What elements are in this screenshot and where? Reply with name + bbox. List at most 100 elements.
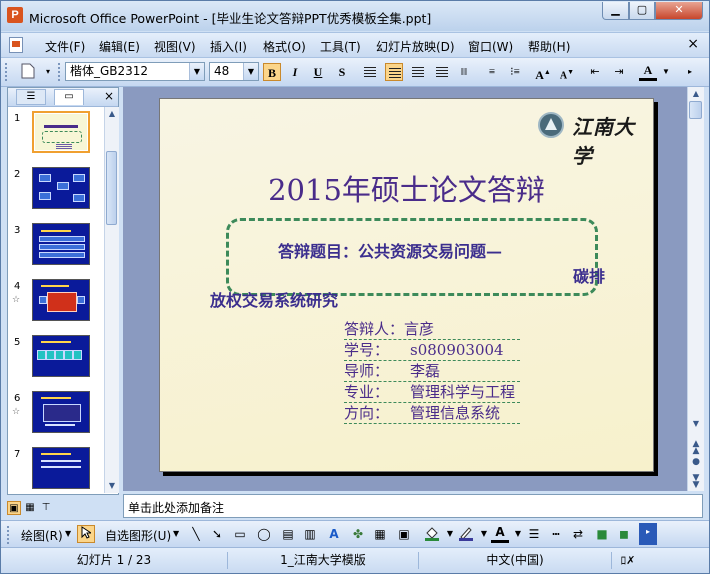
chevron-down-icon[interactable]: ▼ xyxy=(657,63,675,81)
chevron-down-icon[interactable]: ▼ xyxy=(65,529,71,538)
close-document-button[interactable]: × xyxy=(687,36,699,52)
vertical-textbox-icon[interactable]: ▥ xyxy=(301,525,319,543)
menu-tools[interactable]: 工具(T) xyxy=(320,38,361,55)
slide-thumbnail[interactable] xyxy=(32,111,90,153)
bold-button[interactable]: B xyxy=(263,63,281,81)
powerpoint-app-icon[interactable]: P xyxy=(7,7,23,23)
scroll-up-icon[interactable]: ▲ xyxy=(105,107,119,121)
spellcheck-status-icon[interactable]: ﾛ✗ xyxy=(613,552,643,569)
slide-thumbnail[interactable] xyxy=(32,447,90,489)
menu-format[interactable]: 格式(O) xyxy=(263,38,306,55)
shadow-button[interactable]: S xyxy=(333,63,351,81)
notes-placeholder[interactable]: 单击此处添加备注 xyxy=(128,499,224,516)
toolbar-options-icon[interactable]: ▾ xyxy=(39,63,57,81)
close-panel-button[interactable]: × xyxy=(104,89,114,103)
align-left-icon[interactable] xyxy=(361,63,379,81)
tab-outline[interactable]: ☰ xyxy=(16,89,46,105)
slide-thumbnail-row[interactable]: 2 xyxy=(8,167,104,219)
wordart-icon[interactable]: A xyxy=(325,525,343,543)
close-window-button[interactable]: ✕ xyxy=(655,2,703,20)
next-slide-icon[interactable]: ▼ ▼ xyxy=(688,474,704,490)
toolbar-options-icon[interactable]: ▸ xyxy=(681,63,699,81)
scroll-up-icon[interactable]: ▲ xyxy=(688,87,704,101)
menu-slideshow[interactable]: 幻灯片放映(D) xyxy=(376,38,455,55)
menu-help[interactable]: 帮助(H) xyxy=(528,38,570,55)
info-row-advisor[interactable]: 导师： 李磊 xyxy=(344,361,520,382)
slideshow-view-icon[interactable]: ⊤ xyxy=(39,501,53,515)
font-color-button[interactable]: A xyxy=(639,63,657,81)
info-row-direction[interactable]: 方向： 管理信息系统 xyxy=(344,403,520,424)
slide-thumbnail-row[interactable]: 7 xyxy=(8,447,104,493)
topic-text-line[interactable]: 答辩题目：公共资源交易问题— xyxy=(278,238,502,262)
new-document-icon[interactable] xyxy=(19,63,37,81)
info-row-student-id[interactable]: 学号： s080903004 xyxy=(344,340,520,361)
scrollbar-thumb[interactable] xyxy=(106,151,117,225)
info-row-presenter[interactable]: 答辩人：言彦 xyxy=(344,319,520,340)
info-row-major[interactable]: 专业： 管理科学与工程 xyxy=(344,382,520,403)
design-template-status[interactable]: 1_江南大学模版 xyxy=(228,552,419,569)
arrow-tool-icon[interactable]: ➘ xyxy=(208,525,226,543)
slide-thumbnail-row[interactable]: 1 xyxy=(8,111,104,163)
rectangle-tool-icon[interactable]: ▭ xyxy=(231,525,249,543)
previous-slide-icon[interactable]: ▲ ▲ xyxy=(688,440,704,456)
3d-style-icon[interactable]: ◼ xyxy=(615,525,633,543)
shadow-style-icon[interactable]: ■ xyxy=(593,525,611,543)
scroll-down-icon[interactable]: ▼ xyxy=(688,417,704,431)
picture-icon[interactable]: ▣ xyxy=(395,525,413,543)
textbox-tool-icon[interactable]: ▤ xyxy=(279,525,297,543)
topic-text-line[interactable]: 碳排 xyxy=(573,263,605,287)
toolbar-grip[interactable] xyxy=(58,63,63,81)
slide-thumbnail[interactable] xyxy=(32,335,90,377)
font-color-icon[interactable]: A xyxy=(491,525,509,543)
notes-pane[interactable]: 单击此处添加备注 xyxy=(123,494,703,518)
slide-thumbnail-row[interactable]: 3 xyxy=(8,223,104,275)
topic-text-line[interactable]: 放权交易系统研究 xyxy=(210,287,338,311)
tab-slides[interactable]: ▭ xyxy=(54,89,84,105)
align-right-icon[interactable] xyxy=(409,63,427,81)
arrow-style-icon[interactable]: ⇄ xyxy=(569,525,587,543)
normal-view-icon[interactable]: ▣ xyxy=(7,501,21,515)
font-size-select[interactable]: 48 ▼ xyxy=(209,62,259,81)
chevron-down-icon[interactable]: ▼ xyxy=(173,529,179,538)
slide-thumbnail[interactable] xyxy=(32,223,90,265)
menu-view[interactable]: 视图(V) xyxy=(154,38,196,55)
bullets-icon[interactable]: ⁝≡ xyxy=(506,63,524,81)
autoshapes-menu-button[interactable]: 自选图形(U) xyxy=(105,527,171,544)
menu-edit[interactable]: 编辑(E) xyxy=(99,38,140,55)
chevron-down-icon[interactable]: ▼ xyxy=(189,63,204,80)
draw-menu-button[interactable]: 绘图(R) xyxy=(21,527,63,544)
slide-thumbnail-row[interactable]: 5 xyxy=(8,335,104,387)
chevron-down-icon[interactable]: ▼ xyxy=(243,63,258,80)
toolbar-grip[interactable] xyxy=(7,526,12,544)
slide-thumbnail[interactable] xyxy=(32,167,90,209)
line-tool-icon[interactable]: ╲ xyxy=(187,525,205,543)
vertical-text-icon[interactable]: ‖‖ xyxy=(455,63,473,81)
distribute-icon[interactable] xyxy=(433,63,451,81)
numbering-icon[interactable]: ≡ xyxy=(483,63,501,81)
select-object-icon[interactable]: ● xyxy=(688,458,704,473)
maximize-button[interactable]: ▢ xyxy=(629,2,655,20)
menu-file[interactable]: 文件(F) xyxy=(45,38,85,55)
line-color-icon[interactable] xyxy=(457,525,475,543)
increase-font-icon[interactable]: A▲ xyxy=(534,63,552,82)
minimize-button[interactable]: ▁ xyxy=(602,2,629,20)
scroll-down-icon[interactable]: ▼ xyxy=(105,479,119,493)
toolbar-grip[interactable] xyxy=(5,63,10,81)
slide-thumbnail[interactable] xyxy=(32,391,90,433)
select-pointer-icon[interactable] xyxy=(77,525,95,543)
clipart-icon[interactable]: ▦ xyxy=(371,525,389,543)
font-name-select[interactable]: 楷体_GB2312 ▼ xyxy=(65,62,205,81)
menu-insert[interactable]: 插入(I) xyxy=(210,38,247,55)
line-style-icon[interactable]: ☰ xyxy=(525,525,543,543)
decrease-font-icon[interactable]: A▼ xyxy=(558,63,576,81)
underline-button[interactable]: U xyxy=(309,63,327,81)
slide-thumbnail-row[interactable]: 6 ☆ xyxy=(8,391,104,443)
scrollbar-thumb[interactable] xyxy=(689,101,702,119)
decrease-indent-icon[interactable]: ⇤ xyxy=(586,63,604,81)
oval-tool-icon[interactable]: ◯ xyxy=(255,525,273,543)
fill-color-icon[interactable] xyxy=(423,525,441,543)
slide-thumbnail-row[interactable]: 4 ☆ xyxy=(8,279,104,331)
slide-title[interactable]: 2015年硕士论文答辩 xyxy=(160,167,653,209)
align-center-icon[interactable] xyxy=(385,63,403,81)
thumbnail-scrollbar[interactable]: ▲ ▼ xyxy=(104,107,119,493)
